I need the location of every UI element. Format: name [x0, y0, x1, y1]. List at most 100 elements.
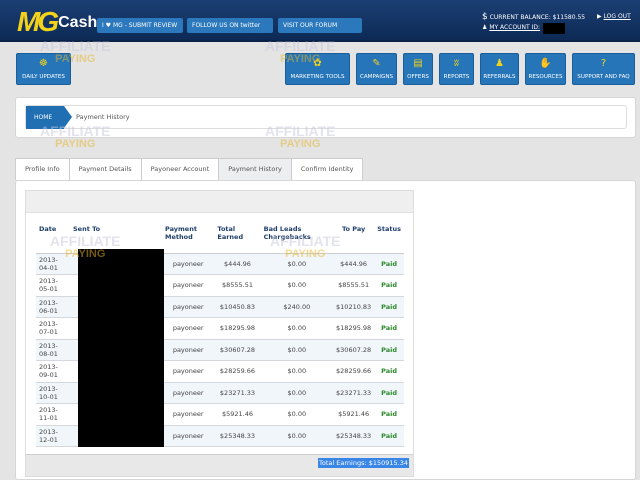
cell-total-earned: $30607.28	[214, 339, 261, 361]
redacted-account-id	[543, 23, 565, 34]
cell-bad-leads: $0.00	[260, 425, 334, 447]
cell-status: Paid	[374, 317, 404, 340]
cell-method: payoneer	[162, 339, 215, 361]
mgcash-logo[interactable]: MG Cash	[17, 6, 97, 38]
cell-status: Paid	[374, 360, 404, 383]
cell-status: Paid	[374, 382, 404, 404]
gear-icon: ✿	[313, 58, 322, 69]
nav-label: REPORTS	[443, 74, 470, 80]
dollar-icon: $	[482, 12, 488, 22]
cell-method: payoneer	[162, 382, 215, 404]
tab-bar: Profile Info Payment Details Payoneer Ac…	[15, 158, 364, 180]
cell-to-pay: $25348.33	[333, 425, 375, 447]
cell-method: payoneer	[162, 274, 215, 297]
nav-label: REFERRALS	[483, 74, 516, 80]
cell-bad-leads: $0.00	[260, 274, 334, 297]
tab-payoneer-account[interactable]: Payoneer Account	[140, 158, 220, 180]
breadcrumb-current: Payment History	[76, 113, 130, 121]
cell-date: 2013-08-01	[36, 339, 70, 361]
cell-method: payoneer	[162, 425, 215, 447]
cell-to-pay: $18295.98	[333, 317, 375, 340]
cell-bad-leads: $0.00	[260, 253, 334, 275]
user-icon: ♟	[482, 24, 488, 31]
cell-total-earned: $444.96	[214, 253, 261, 275]
tab-confirm-identity[interactable]: Confirm Identity	[290, 158, 364, 180]
headset-icon: ?	[600, 58, 607, 69]
cell-to-pay: $10210.83	[333, 296, 375, 318]
edit-icon: ✎	[372, 58, 381, 69]
nav-label: SUPPORT AND FAQ	[577, 74, 630, 80]
cell-bad-leads: $240.00	[260, 296, 334, 318]
my-account-link[interactable]: MY ACCOUNT ID:	[489, 24, 540, 31]
tab-profile-info[interactable]: Profile Info	[15, 158, 70, 180]
cell-method: payoneer	[162, 403, 215, 426]
cell-status: Paid	[374, 403, 404, 426]
payment-history-box: Date Sent To Payment Method Total Earned…	[25, 190, 414, 477]
breadcrumb: HOME Payment History	[25, 105, 627, 129]
cell-method: payoneer	[162, 253, 215, 275]
cell-date: 2013-05-01	[36, 274, 70, 297]
nav-support-faq[interactable]: ? SUPPORT AND FAQ	[572, 53, 635, 85]
globe-icon: ☸	[39, 58, 48, 69]
cell-to-pay: $8555.51	[333, 274, 375, 297]
cell-status: Paid	[374, 339, 404, 361]
chart-icon: ʬ	[453, 58, 460, 69]
cell-total-earned: $23271.33	[214, 382, 261, 404]
total-earnings: Total Earnings: $150915.34	[318, 458, 409, 468]
clipboard-icon: ▤	[413, 58, 423, 69]
cell-total-earned: $10450.83	[214, 296, 261, 318]
cell-date: 2013-11-01	[36, 403, 70, 426]
nav-label: MARKETING TOOLS	[290, 74, 345, 80]
nav-label: CAMPAIGNS	[359, 74, 394, 80]
balance-text: CURRENT BALANCE: $11580.55	[489, 14, 586, 21]
cell-total-earned: $18295.98	[214, 317, 261, 340]
cell-date: 2013-10-01	[36, 382, 70, 404]
logout-link[interactable]: LOG OUT	[604, 13, 631, 20]
col-status: Status	[374, 223, 404, 254]
cell-date: 2013-07-01	[36, 317, 70, 340]
nav-offers[interactable]: ▤ OFFERS	[403, 53, 433, 85]
cell-total-earned: $28259.66	[214, 360, 261, 383]
nav-daily-updates[interactable]: ☸ DAILY UPDATES	[16, 53, 71, 85]
forum-button[interactable]: VISIT OUR FORUM	[278, 18, 362, 33]
cell-bad-leads: $0.00	[260, 360, 334, 383]
breadcrumb-home[interactable]: HOME	[26, 106, 72, 129]
cell-method: payoneer	[162, 296, 215, 318]
logo-mg: MG	[17, 6, 59, 37]
cell-status: Paid	[374, 296, 404, 318]
balance: $ CURRENT BALANCE: $11580.55	[482, 12, 585, 22]
handshake-icon: ✋	[539, 58, 552, 69]
cell-to-pay: $5921.46	[333, 403, 375, 426]
top-header: MG Cash I ♥ MG - SUBMIT REVIEW FOLLOW US …	[0, 0, 640, 42]
cell-to-pay: $444.96	[333, 253, 375, 275]
cell-total-earned: $8555.51	[214, 274, 261, 297]
redacted-sent-to	[78, 249, 164, 447]
logout[interactable]: ▶ LOG OUT	[597, 13, 631, 20]
twitter-button[interactable]: FOLLOW US ON twitter	[187, 18, 273, 33]
cell-bad-leads: $0.00	[260, 403, 334, 426]
cell-status: Paid	[374, 274, 404, 297]
cell-date: 2013-09-01	[36, 360, 70, 383]
nav-reports[interactable]: ʬ REPORTS	[439, 53, 474, 85]
nav-marketing-tools[interactable]: ✿ MARKETING TOOLS	[285, 53, 350, 85]
box-header	[26, 191, 413, 213]
col-total-earned: Total Earned	[214, 223, 261, 254]
tab-payment-details[interactable]: Payment Details	[68, 158, 142, 180]
cell-bad-leads: $0.00	[260, 382, 334, 404]
col-bad-leads: Bad Leads Chargebacks	[260, 223, 334, 254]
submit-review-button[interactable]: I ♥ MG - SUBMIT REVIEW	[97, 18, 183, 33]
cell-to-pay: $30607.28	[333, 339, 375, 361]
nav-campaigns[interactable]: ✎ CAMPAIGNS	[356, 53, 397, 85]
logo-cash: Cash	[58, 14, 98, 31]
col-date: Date	[36, 223, 70, 254]
cell-method: payoneer	[162, 360, 215, 383]
cell-total-earned: $25348.33	[214, 425, 261, 447]
cell-status: Paid	[374, 253, 404, 275]
cell-total-earned: $5921.46	[214, 403, 261, 426]
play-icon: ▶	[597, 13, 602, 20]
nav-resources[interactable]: ✋ RESOURCES	[525, 53, 566, 85]
cell-date: 2013-06-01	[36, 296, 70, 318]
nav-referrals[interactable]: ♟ REFERRALS	[480, 53, 519, 85]
tab-payment-history[interactable]: Payment History	[218, 158, 292, 180]
account[interactable]: ♟ MY ACCOUNT ID:	[482, 24, 540, 31]
